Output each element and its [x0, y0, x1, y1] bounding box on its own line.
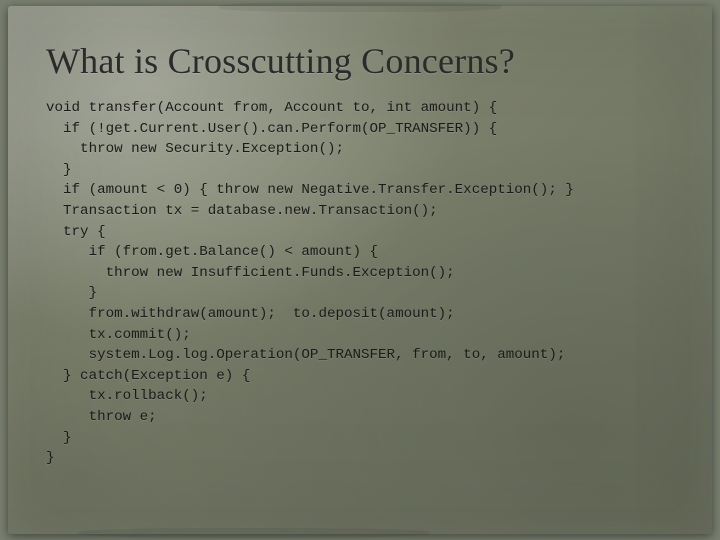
slide-content: What is Crosscutting Concerns? void tran… [8, 6, 712, 489]
code-block: void transfer(Account from, Account to, … [46, 98, 674, 469]
slide-paper-background: What is Crosscutting Concerns? void tran… [8, 6, 712, 534]
slide-title: What is Crosscutting Concerns? [46, 40, 674, 82]
